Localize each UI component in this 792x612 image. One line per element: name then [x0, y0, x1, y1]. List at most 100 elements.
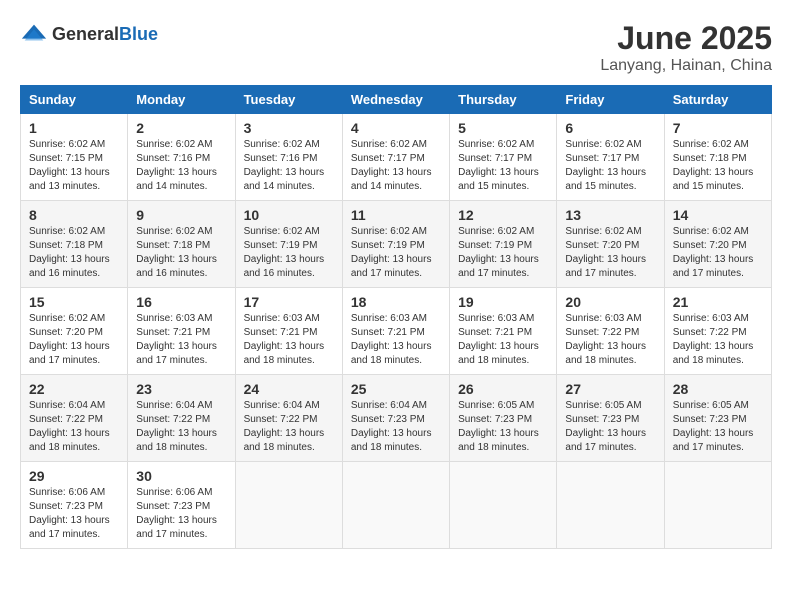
day-info: Sunrise: 6:04 AM Sunset: 7:22 PM Dayligh…: [136, 399, 226, 455]
day-cell-14: 14 Sunrise: 6:02 AM Sunset: 7:20 PM Dayl…: [664, 201, 771, 288]
day-number: 10: [244, 207, 334, 223]
day-cell-24: 24 Sunrise: 6:04 AM Sunset: 7:22 PM Dayl…: [235, 375, 342, 462]
day-info: Sunrise: 6:02 AM Sunset: 7:16 PM Dayligh…: [244, 138, 334, 194]
col-tuesday: Tuesday: [235, 86, 342, 114]
day-cell-1: 1 Sunrise: 6:02 AM Sunset: 7:15 PM Dayli…: [21, 114, 128, 201]
calendar-table: Sunday Monday Tuesday Wednesday Thursday…: [20, 85, 772, 549]
calendar-week-row: 15 Sunrise: 6:02 AM Sunset: 7:20 PM Dayl…: [21, 288, 772, 375]
day-number: 17: [244, 294, 334, 310]
day-info: Sunrise: 6:02 AM Sunset: 7:20 PM Dayligh…: [565, 225, 655, 281]
day-info: Sunrise: 6:02 AM Sunset: 7:17 PM Dayligh…: [351, 138, 441, 194]
col-friday: Friday: [557, 86, 664, 114]
day-cell-30: 30 Sunrise: 6:06 AM Sunset: 7:23 PM Dayl…: [128, 462, 235, 549]
day-info: Sunrise: 6:06 AM Sunset: 7:23 PM Dayligh…: [136, 486, 226, 542]
day-cell-21: 21 Sunrise: 6:03 AM Sunset: 7:22 PM Dayl…: [664, 288, 771, 375]
empty-cell: [342, 462, 449, 549]
day-cell-7: 7 Sunrise: 6:02 AM Sunset: 7:18 PM Dayli…: [664, 114, 771, 201]
day-number: 26: [458, 381, 548, 397]
day-number: 25: [351, 381, 441, 397]
day-number: 9: [136, 207, 226, 223]
day-number: 5: [458, 120, 548, 136]
col-wednesday: Wednesday: [342, 86, 449, 114]
page-header: GeneralBlue June 2025 Lanyang, Hainan, C…: [20, 20, 772, 75]
day-cell-6: 6 Sunrise: 6:02 AM Sunset: 7:17 PM Dayli…: [557, 114, 664, 201]
day-info: Sunrise: 6:05 AM Sunset: 7:23 PM Dayligh…: [565, 399, 655, 455]
calendar-header-row: Sunday Monday Tuesday Wednesday Thursday…: [21, 86, 772, 114]
day-info: Sunrise: 6:02 AM Sunset: 7:18 PM Dayligh…: [29, 225, 119, 281]
day-info: Sunrise: 6:03 AM Sunset: 7:21 PM Dayligh…: [351, 312, 441, 368]
empty-cell: [450, 462, 557, 549]
day-info: Sunrise: 6:05 AM Sunset: 7:23 PM Dayligh…: [673, 399, 763, 455]
day-number: 16: [136, 294, 226, 310]
day-cell-15: 15 Sunrise: 6:02 AM Sunset: 7:20 PM Dayl…: [21, 288, 128, 375]
day-cell-25: 25 Sunrise: 6:04 AM Sunset: 7:23 PM Dayl…: [342, 375, 449, 462]
day-cell-9: 9 Sunrise: 6:02 AM Sunset: 7:18 PM Dayli…: [128, 201, 235, 288]
day-cell-19: 19 Sunrise: 6:03 AM Sunset: 7:21 PM Dayl…: [450, 288, 557, 375]
calendar-subtitle: Lanyang, Hainan, China: [600, 57, 772, 75]
empty-cell: [557, 462, 664, 549]
day-info: Sunrise: 6:03 AM Sunset: 7:21 PM Dayligh…: [244, 312, 334, 368]
calendar-week-row: 29 Sunrise: 6:06 AM Sunset: 7:23 PM Dayl…: [21, 462, 772, 549]
day-number: 27: [565, 381, 655, 397]
day-number: 19: [458, 294, 548, 310]
col-sunday: Sunday: [21, 86, 128, 114]
day-info: Sunrise: 6:03 AM Sunset: 7:22 PM Dayligh…: [565, 312, 655, 368]
day-number: 12: [458, 207, 548, 223]
day-info: Sunrise: 6:04 AM Sunset: 7:23 PM Dayligh…: [351, 399, 441, 455]
day-number: 15: [29, 294, 119, 310]
day-info: Sunrise: 6:02 AM Sunset: 7:17 PM Dayligh…: [565, 138, 655, 194]
day-cell-4: 4 Sunrise: 6:02 AM Sunset: 7:17 PM Dayli…: [342, 114, 449, 201]
calendar-title: June 2025: [600, 20, 772, 57]
day-cell-29: 29 Sunrise: 6:06 AM Sunset: 7:23 PM Dayl…: [21, 462, 128, 549]
day-info: Sunrise: 6:03 AM Sunset: 7:22 PM Dayligh…: [673, 312, 763, 368]
day-info: Sunrise: 6:02 AM Sunset: 7:18 PM Dayligh…: [136, 225, 226, 281]
day-number: 11: [351, 207, 441, 223]
day-number: 4: [351, 120, 441, 136]
day-number: 29: [29, 468, 119, 484]
day-number: 22: [29, 381, 119, 397]
day-number: 20: [565, 294, 655, 310]
day-cell-17: 17 Sunrise: 6:03 AM Sunset: 7:21 PM Dayl…: [235, 288, 342, 375]
day-info: Sunrise: 6:03 AM Sunset: 7:21 PM Dayligh…: [458, 312, 548, 368]
day-cell-2: 2 Sunrise: 6:02 AM Sunset: 7:16 PM Dayli…: [128, 114, 235, 201]
day-info: Sunrise: 6:06 AM Sunset: 7:23 PM Dayligh…: [29, 486, 119, 542]
empty-cell: [235, 462, 342, 549]
calendar-week-row: 22 Sunrise: 6:04 AM Sunset: 7:22 PM Dayl…: [21, 375, 772, 462]
day-cell-23: 23 Sunrise: 6:04 AM Sunset: 7:22 PM Dayl…: [128, 375, 235, 462]
col-monday: Monday: [128, 86, 235, 114]
calendar-week-row: 1 Sunrise: 6:02 AM Sunset: 7:15 PM Dayli…: [21, 114, 772, 201]
day-number: 3: [244, 120, 334, 136]
col-saturday: Saturday: [664, 86, 771, 114]
day-info: Sunrise: 6:02 AM Sunset: 7:17 PM Dayligh…: [458, 138, 548, 194]
day-cell-5: 5 Sunrise: 6:02 AM Sunset: 7:17 PM Dayli…: [450, 114, 557, 201]
day-cell-18: 18 Sunrise: 6:03 AM Sunset: 7:21 PM Dayl…: [342, 288, 449, 375]
day-number: 14: [673, 207, 763, 223]
day-info: Sunrise: 6:02 AM Sunset: 7:20 PM Dayligh…: [29, 312, 119, 368]
logo-text-general: General: [52, 24, 119, 44]
day-cell-27: 27 Sunrise: 6:05 AM Sunset: 7:23 PM Dayl…: [557, 375, 664, 462]
day-cell-3: 3 Sunrise: 6:02 AM Sunset: 7:16 PM Dayli…: [235, 114, 342, 201]
day-number: 13: [565, 207, 655, 223]
day-info: Sunrise: 6:04 AM Sunset: 7:22 PM Dayligh…: [244, 399, 334, 455]
day-info: Sunrise: 6:02 AM Sunset: 7:19 PM Dayligh…: [351, 225, 441, 281]
day-info: Sunrise: 6:03 AM Sunset: 7:21 PM Dayligh…: [136, 312, 226, 368]
day-number: 30: [136, 468, 226, 484]
day-number: 6: [565, 120, 655, 136]
logo-icon: [20, 20, 48, 48]
day-number: 2: [136, 120, 226, 136]
day-info: Sunrise: 6:05 AM Sunset: 7:23 PM Dayligh…: [458, 399, 548, 455]
day-number: 21: [673, 294, 763, 310]
empty-cell: [664, 462, 771, 549]
day-number: 23: [136, 381, 226, 397]
day-cell-8: 8 Sunrise: 6:02 AM Sunset: 7:18 PM Dayli…: [21, 201, 128, 288]
day-cell-11: 11 Sunrise: 6:02 AM Sunset: 7:19 PM Dayl…: [342, 201, 449, 288]
day-cell-22: 22 Sunrise: 6:04 AM Sunset: 7:22 PM Dayl…: [21, 375, 128, 462]
day-cell-12: 12 Sunrise: 6:02 AM Sunset: 7:19 PM Dayl…: [450, 201, 557, 288]
day-number: 7: [673, 120, 763, 136]
day-info: Sunrise: 6:02 AM Sunset: 7:15 PM Dayligh…: [29, 138, 119, 194]
day-cell-28: 28 Sunrise: 6:05 AM Sunset: 7:23 PM Dayl…: [664, 375, 771, 462]
day-number: 8: [29, 207, 119, 223]
day-number: 1: [29, 120, 119, 136]
day-number: 24: [244, 381, 334, 397]
day-info: Sunrise: 6:02 AM Sunset: 7:19 PM Dayligh…: [244, 225, 334, 281]
